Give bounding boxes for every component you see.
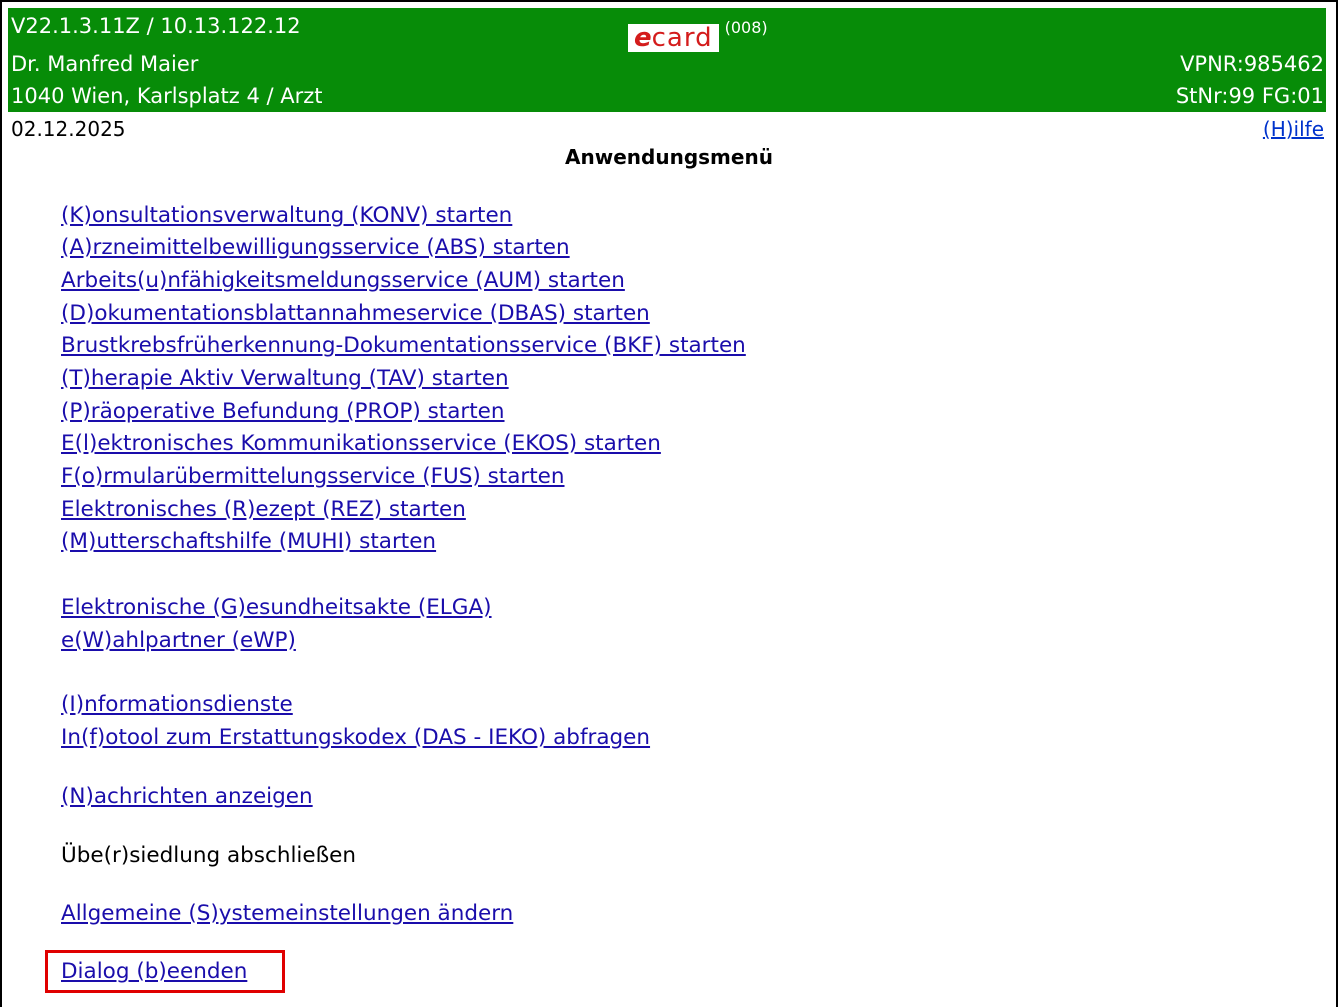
help-link[interactable]: (H)ilfe [1263,117,1324,141]
menu-info[interactable]: (I)nformationsdienste [61,691,293,719]
menu-settings[interactable]: Allgemeine (S)ystemeinstellungen ändern [61,900,513,928]
address: 1040 Wien, Karlsplatz 4 / Arzt [11,84,323,108]
menu-abs[interactable]: (A)rzneimittelbewilligungsservice (ABS) … [61,234,570,262]
menu-ewp[interactable]: e(W)ahlpartner (eWP) [61,627,296,655]
menu-relocate-disabled: Übe(r)siedlung abschließen [61,843,357,868]
menu-ieko[interactable]: In(f)otool zum Erstattungskodex (DAS - I… [61,724,650,752]
stnr: StNr:99 FG:01 [1175,84,1324,108]
logo-e: e [634,23,652,53]
logo-card: card [651,23,713,53]
menu-muhi[interactable]: (M)utterschaftshilfe (MUHI) starten [61,528,436,556]
menu-ekos[interactable]: E(l)ektronisches Kommunikationsservice (… [61,430,661,458]
version-info: V22.1.3.11Z / 10.13.122.12 [11,14,301,38]
doctor-name: Dr. Manfred Maier [11,52,199,76]
menu-news[interactable]: (N)achrichten anzeigen [61,783,313,811]
ecard-logo: e card (008) [628,14,768,54]
header-bar: V22.1.3.11Z / 10.13.122.12 e card (008) D… [8,8,1326,112]
menu-rez[interactable]: Elektronisches (R)ezept (REZ) starten [61,496,466,524]
current-date: 02.12.2025 [11,117,126,141]
menu-dbas[interactable]: (D)okumentationsblattannahmeservice (DBA… [61,300,650,328]
vpnr: VPNR:985462 [1180,52,1324,76]
menu-fus[interactable]: F(o)rmularübermittelungsservice (FUS) st… [61,463,565,491]
menu-quit[interactable]: Dialog (b)eenden [61,958,247,986]
menu-prop[interactable]: (P)räoperative Befundung (PROP) starten [61,398,505,426]
menu-bkf[interactable]: Brustkrebsfrüherkennung-Dokumentationsse… [61,332,746,360]
menu-elga[interactable]: Elektronische (G)esundheitsakte (ELGA) [61,594,492,622]
menu-tav[interactable]: (T)herapie Aktiv Verwaltung (TAV) starte… [61,365,509,393]
page-title: Anwendungsmenü [565,145,773,169]
logo-code: (008) [724,18,768,37]
menu-aum[interactable]: Arbeits(u)nfähigkeitsmeldungsservice (AU… [61,267,625,295]
menu-konv[interactable]: (K)onsultationsverwaltung (KONV) starten [61,202,512,230]
